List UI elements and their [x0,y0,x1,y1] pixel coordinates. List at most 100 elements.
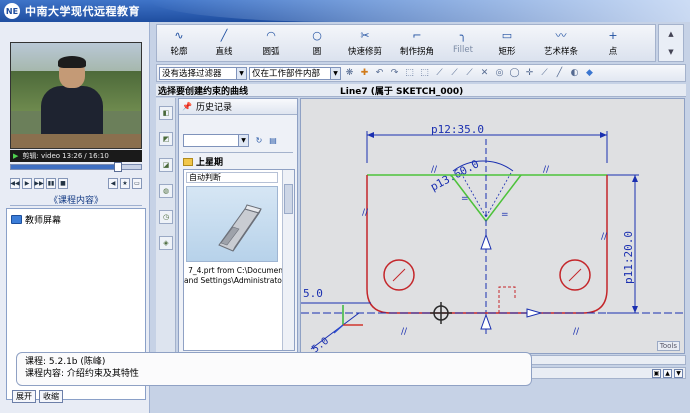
control-point-icon[interactable]: ⟋ [463,67,476,80]
chevron-left-icon: 《 [48,196,58,206]
parallel-constraint-icon[interactable]: // [543,165,550,175]
title-bar: NE 中南大学现代远程教育 [0,0,690,22]
layout-icon[interactable]: ▣ [652,368,661,378]
stop-button[interactable]: ■ [58,177,68,189]
equal-constraint-icon[interactable]: = [461,194,469,204]
intersection-icon[interactable]: ✕ [478,67,491,80]
selection-settings-icon[interactable]: ❋ [343,67,356,80]
course-content-line: 课程内容: 介绍约束及其特性 [25,369,139,379]
toolbar-studio-spline[interactable]: 〰艺术样条 [531,25,591,61]
sketch-drawing: p12:35.0 p11:20.0 p13:60.0 [301,123,684,353]
dim-left-label[interactable]: 5.0 [303,287,323,300]
vertical-constraint-icon[interactable]: // [601,232,608,242]
reuse-library-icon[interactable]: ◪ [159,158,173,172]
toolbar-profile[interactable]: ∿ 轮廓 [157,25,201,61]
history-view-dropdown[interactable]: ▼ [183,134,249,147]
lasso-select-icon[interactable]: ⬚ [418,67,431,80]
book-icon [11,215,22,224]
time-separator: / [84,152,87,160]
course-info-box: 课程: 5.2.1b (陈峰) 课程内容: 介绍约束及其特性 [16,352,532,386]
play-button[interactable]: ▶ [22,177,32,189]
toolbar-point[interactable]: + 点 [591,25,635,61]
cube-icon[interactable]: ◆ [583,67,596,80]
parallel-constraint-icon[interactable]: // [431,165,438,175]
pin-icon[interactable]: 📌 [182,102,192,111]
undo-icon[interactable]: ↶ [373,67,386,80]
collapse-button[interactable]: 收缩 [39,390,63,403]
dim-height-label[interactable]: p11:20.0 [622,231,635,284]
course-buttons: 展开 收缩 [12,390,63,403]
time-total: 16:10 [88,152,109,160]
toolbar-make-corner[interactable]: ⌐ 制作拐角 [391,25,443,61]
volume-button[interactable]: ◀ [108,177,118,189]
folder-icon [183,157,193,166]
toolbar-rectangle[interactable]: ▭ 矩形 [483,25,531,61]
app-window: NE 中南大学现代远程教育 ▶ 剪辑: video 13:26 / 16:10 [0,0,690,413]
scroll-up-icon[interactable]: ▲ [663,368,672,378]
web-browser-icon[interactable]: ◍ [159,184,173,198]
arc-center-icon[interactable]: ◎ [493,67,506,80]
course-item-teacher-screen[interactable]: 教师屏幕 [11,213,61,226]
snap-point-icon[interactable]: ✚ [358,67,371,80]
rewind-button[interactable]: ◀◀ [10,177,20,189]
toolbar-quick-trim[interactable]: ✂ 快速修剪 [339,25,391,61]
selection-filter-dropdown[interactable]: 没有选择过滤器 ▼ [159,66,247,80]
point-on-curve-icon[interactable]: ⟋ [538,67,551,80]
history-divider [183,152,293,153]
playback-progress[interactable] [10,162,142,172]
view-mode-icon[interactable]: ▤ [267,135,279,146]
existing-point-icon[interactable]: ✛ [523,67,536,80]
sketch-canvas[interactable]: p12:35.0 p11:20.0 p13:60.0 [300,98,685,354]
point-on-surface-icon[interactable]: ╱ [553,67,566,80]
history-auto-label: 自动判断 [186,172,278,183]
refresh-icon[interactable]: ↻ [253,135,265,146]
play-icon[interactable]: ▶ [13,152,18,160]
pause-button[interactable]: ▮▮ [46,177,56,189]
progress-thumb[interactable] [113,162,122,172]
history-section-last-week[interactable]: 上星期 [183,155,223,168]
header-decoration [150,0,690,22]
video-player[interactable] [10,42,142,149]
tangent-constraint-icon[interactable]: // [573,327,580,337]
tangent-icon[interactable]: ◐ [568,67,581,80]
app-title: 中南大学现代远程教育 [25,5,140,18]
scope-filter-dropdown[interactable]: 仅在工作部件内部 ▼ [249,66,341,80]
quadrant-icon[interactable]: ◯ [508,67,521,80]
history-clock-icon[interactable]: ◷ [159,210,173,224]
equal-constraint-icon[interactable]: = [501,210,509,220]
scroll-down-icon[interactable]: ▼ [668,48,673,56]
expand-button[interactable]: 展开 [12,390,36,403]
history-panel: 📌 历史记录 ▼ ↻ ▤ 上星期 自动判断 7_4.prt from C:\Do… [178,98,298,354]
rectangle-select-icon[interactable]: ⬚ [403,67,416,80]
chevron-down-icon: ▼ [238,135,248,146]
vertical-constraint-icon[interactable]: // [362,208,369,218]
scroll-down-icon[interactable]: ▼ [674,368,683,378]
point-icon: + [608,29,618,42]
history-file-caption[interactable]: 7_4.prt from C:\Documents and Settings\A… [184,266,294,286]
scroll-up-icon[interactable]: ▲ [668,30,673,38]
tangent-constraint-icon[interactable]: // [401,327,408,337]
redo-icon[interactable]: ↷ [388,67,401,80]
favorite-button[interactable]: ★ [120,177,130,189]
trim-icon: ✂ [360,29,370,42]
history-scrollbar[interactable] [282,170,294,350]
assembly-navigator-icon[interactable]: ◧ [159,106,173,120]
history-header: 📌 历史记录 [179,99,297,115]
chevron-down-icon: ▼ [236,67,246,79]
fullscreen-button[interactable]: ▭ [132,177,142,189]
toolbar-circle[interactable]: ○ 圆 [295,25,339,61]
course-content-header: 《 课程内容 》 [10,194,142,206]
mid-point-icon[interactable]: ⟋ [448,67,461,80]
part-navigator-icon[interactable]: ◩ [159,132,173,146]
toolbar-fillet[interactable]: ╮ Fillet [443,25,483,61]
circle-icon: ○ [312,29,322,42]
system-materials-icon[interactable]: ◈ [159,236,173,250]
end-point-icon[interactable]: ⟋ [433,67,446,80]
dim-width-label[interactable]: p12:35.0 [431,123,484,136]
toolbar-scroll[interactable]: ▲ ▼ [658,24,684,62]
forward-button[interactable]: ▶▶ [34,177,44,189]
toolbar-arc[interactable]: ◠ 圆弧 [247,25,295,61]
part-thumbnail[interactable] [186,186,278,262]
toolbar-line[interactable]: ╱ 直线 [201,25,247,61]
spline-icon: 〰 [555,29,567,42]
